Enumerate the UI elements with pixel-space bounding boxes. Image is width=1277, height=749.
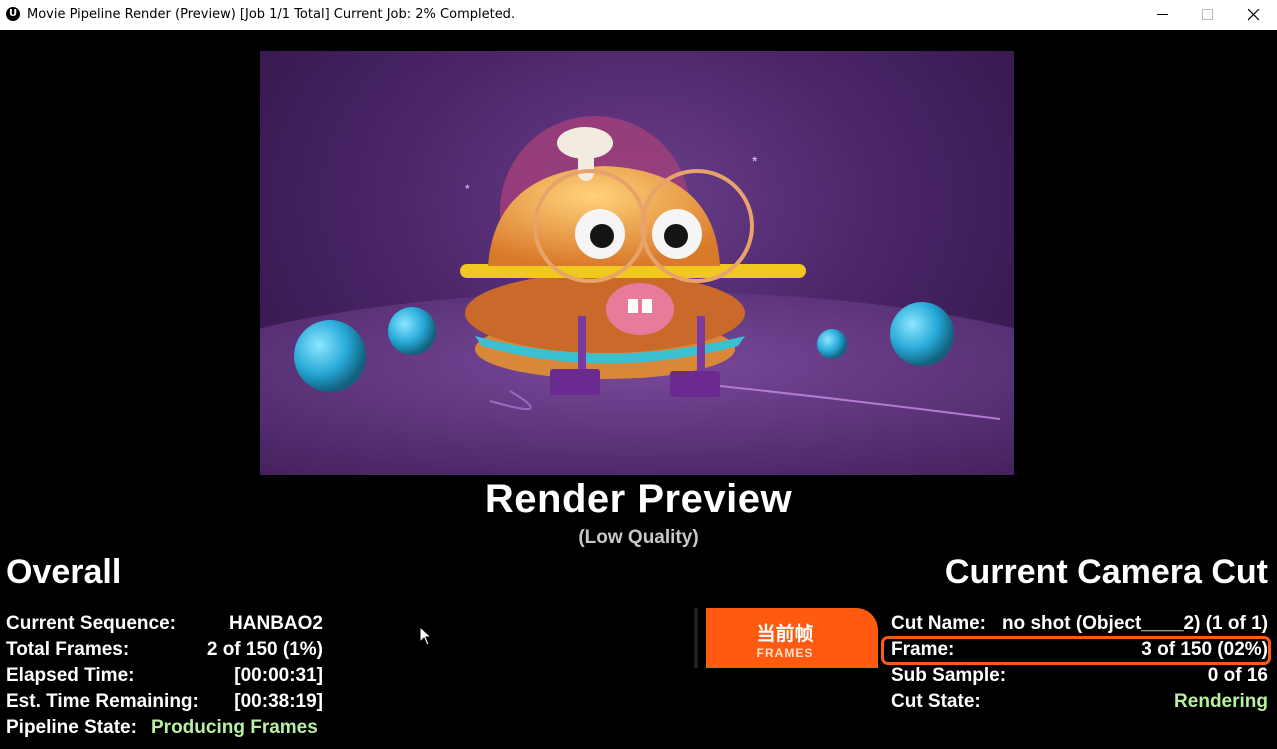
stat-value: [00:00:31] — [234, 665, 323, 686]
maximize-button[interactable] — [1185, 0, 1231, 30]
cut-state-value: Rendering — [1174, 691, 1268, 712]
badge-cn-label: 当前帧 — [756, 623, 814, 645]
badge-en-label: FRAMES — [756, 646, 814, 660]
frames-overlay-badge: 当前帧 FRAMES — [706, 608, 878, 668]
elapsed-time-row: Elapsed Time: [00:00:31] — [6, 665, 323, 689]
window-title: Movie Pipeline Render (Preview) [Job 1/1… — [27, 7, 516, 22]
sub-sample-row: Sub Sample: 0 of 16 — [891, 665, 1268, 689]
total-frames-row: Total Frames: 2 of 150 (1%) — [6, 639, 323, 663]
preview-title: Render Preview — [484, 477, 793, 521]
overall-heading: Overall — [6, 553, 122, 591]
camera-cut-heading: Current Camera Cut — [944, 553, 1268, 591]
stat-label: Cut Name: — [891, 613, 987, 634]
stat-value: [00:38:19] — [234, 691, 323, 712]
stat-label: Sub Sample: — [891, 665, 1007, 686]
current-sequence-row: Current Sequence: HANBAO2 — [6, 613, 323, 637]
mouse-cursor-icon — [419, 626, 433, 646]
cut-name-row: Cut Name: no shot (Object____2) (1 of 1) — [891, 613, 1268, 637]
burger-character-illustration: * * — [260, 116, 1014, 475]
stat-label: Est. Time Remaining: — [6, 691, 199, 712]
stat-value: no shot (Object____2) (1 of 1) — [1001, 613, 1268, 634]
close-icon — [1248, 9, 1260, 21]
minimize-icon — [1157, 14, 1168, 15]
time-remaining-row: Est. Time Remaining: [00:38:19] — [6, 691, 323, 715]
svg-text:*: * — [752, 153, 758, 169]
stat-label: Pipeline State: — [6, 717, 137, 738]
pipeline-state-value: Producing Frames — [151, 717, 318, 738]
stat-label: Elapsed Time: — [6, 665, 135, 686]
stat-value: 2 of 150 (1%) — [206, 639, 323, 660]
pipeline-state-row: Pipeline State: Producing Frames — [6, 717, 323, 741]
minimize-button[interactable] — [1140, 0, 1186, 30]
render-preview-image: * * — [260, 51, 1014, 475]
frame-row-highlight — [881, 636, 1271, 665]
stat-label: Current Sequence: — [6, 613, 176, 634]
close-button[interactable] — [1231, 0, 1277, 30]
stat-label: Cut State: — [891, 691, 981, 712]
stat-label: Total Frames: — [6, 639, 130, 660]
badge-divider — [694, 608, 698, 668]
unreal-logo-icon: U — [6, 7, 20, 21]
window-titlebar: U Movie Pipeline Render (Preview) [Job 1… — [0, 0, 1277, 30]
preview-subtitle: (Low Quality) — [578, 527, 699, 548]
svg-text:*: * — [465, 182, 470, 196]
cut-state-row: Cut State: Rendering — [891, 691, 1268, 715]
maximize-icon — [1202, 9, 1213, 20]
stat-value: 0 of 16 — [1207, 665, 1268, 686]
stat-value: HANBAO2 — [229, 613, 323, 634]
